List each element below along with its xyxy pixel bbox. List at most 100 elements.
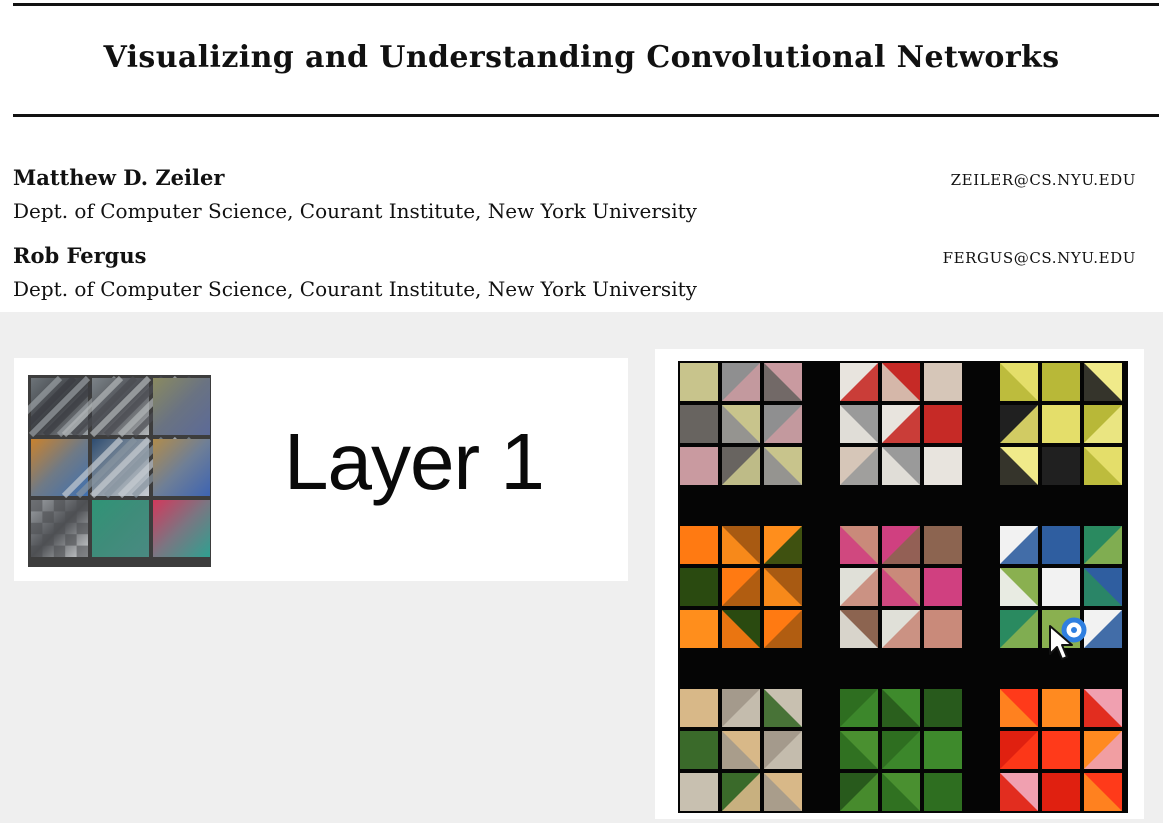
- patch-group-red-white-edges: [840, 363, 962, 485]
- image-patch: [1000, 447, 1038, 485]
- image-patch: [1084, 363, 1122, 401]
- image-patch: [680, 568, 718, 606]
- author-affiliation: Dept. of Computer Science, Courant Insti…: [13, 199, 697, 223]
- author-name: Rob Fergus: [13, 243, 147, 268]
- image-patch: [680, 526, 718, 564]
- image-patch: [1000, 568, 1038, 606]
- image-patch: [840, 526, 878, 564]
- image-patch: [722, 447, 760, 485]
- image-patch: [1000, 731, 1038, 769]
- image-patch: [1084, 773, 1122, 811]
- image-patch: [680, 447, 718, 485]
- image-patch: [722, 405, 760, 443]
- image-patch: [1000, 526, 1038, 564]
- image-patch: [1084, 405, 1122, 443]
- author-email[interactable]: ZEILER@CS.NYU.EDU: [951, 171, 1136, 189]
- image-patch: [840, 689, 878, 727]
- image-patch: [840, 363, 878, 401]
- image-patch: [1084, 731, 1122, 769]
- image-patch: [882, 610, 920, 648]
- image-patch: [722, 773, 760, 811]
- image-patch: [1000, 405, 1038, 443]
- patch-group-pink-brown-diagonals: [840, 526, 962, 648]
- image-patch: [722, 526, 760, 564]
- patch-group-yellow-green-edges: [1000, 363, 1122, 485]
- image-patch: [840, 773, 878, 811]
- layer1-filters-panel: Layer 1: [14, 358, 628, 581]
- image-patch: [764, 610, 802, 648]
- image-patch: [722, 568, 760, 606]
- image-patch: [764, 731, 802, 769]
- patch-group-beige-checker: [680, 689, 802, 811]
- image-patch: [764, 689, 802, 727]
- image-patch: [840, 405, 878, 443]
- image-patch: [924, 568, 962, 606]
- image-patch: [882, 773, 920, 811]
- image-patch: [1042, 568, 1080, 606]
- image-patch: [1000, 610, 1038, 648]
- image-patch: [722, 731, 760, 769]
- image-patch: [924, 363, 962, 401]
- image-patch: [722, 689, 760, 727]
- image-patch: [1084, 526, 1122, 564]
- author-affiliation: Dept. of Computer Science, Courant Insti…: [13, 277, 697, 301]
- image-patch: [680, 773, 718, 811]
- layer-label: Layer 1: [284, 417, 545, 506]
- title-bottom-rule: [13, 114, 1159, 117]
- image-patch: [840, 610, 878, 648]
- image-patch: [882, 447, 920, 485]
- image-patch: [1084, 447, 1122, 485]
- image-patch: [1000, 773, 1038, 811]
- patch-group-red-orange-pink: [1000, 689, 1122, 811]
- layer1-filter-grid: [28, 375, 211, 567]
- author-name: Matthew D. Zeiler: [13, 165, 225, 190]
- image-patch: [1084, 689, 1122, 727]
- patch-group-green-texture: [840, 689, 962, 811]
- image-patch: [924, 773, 962, 811]
- image-patch: [764, 773, 802, 811]
- filter-tile-pink-teal-gradient: [153, 500, 210, 557]
- image-patch: [680, 731, 718, 769]
- image-patch: [764, 363, 802, 401]
- filter-tile-checker-grey: [31, 500, 88, 557]
- image-patch: [764, 568, 802, 606]
- image-patch: [680, 610, 718, 648]
- image-patch: [882, 526, 920, 564]
- image-patch: [722, 363, 760, 401]
- image-patch: [1042, 526, 1080, 564]
- filter-tile-teal-green: [92, 500, 149, 557]
- image-patch: [1042, 363, 1080, 401]
- image-patch: [924, 405, 962, 443]
- author-email[interactable]: FERGUS@CS.NYU.EDU: [943, 249, 1136, 267]
- image-patch: [840, 447, 878, 485]
- top-rule: [13, 3, 1159, 6]
- image-patch: [882, 689, 920, 727]
- image-patch: [1084, 610, 1122, 648]
- image-patch: [722, 610, 760, 648]
- image-patch: [1042, 405, 1080, 443]
- image-patch: [1084, 568, 1122, 606]
- image-patch: [840, 731, 878, 769]
- filter-tile-olive-blue-gradient: [153, 378, 210, 435]
- image-patch: [924, 731, 962, 769]
- image-patch: [764, 405, 802, 443]
- layer1-image-patches-panel: [655, 349, 1144, 819]
- image-patch: [924, 610, 962, 648]
- image-patch-grid: [678, 361, 1128, 813]
- image-patch: [764, 447, 802, 485]
- image-patch: [1042, 731, 1080, 769]
- image-patch: [924, 526, 962, 564]
- image-patch: [1042, 447, 1080, 485]
- image-patch: [680, 405, 718, 443]
- paper-title: Visualizing and Understanding Convolutio…: [103, 40, 1060, 75]
- image-patch: [680, 363, 718, 401]
- image-patch: [680, 689, 718, 727]
- image-patch: [1042, 689, 1080, 727]
- image-patch: [764, 526, 802, 564]
- paper-header: Visualizing and Understanding Convolutio…: [0, 0, 1163, 312]
- image-patch: [1042, 773, 1080, 811]
- filter-tile-orange-blue-gradient: [31, 439, 88, 496]
- image-patch: [882, 363, 920, 401]
- image-patch: [1000, 363, 1038, 401]
- filter-tile-tan-blue-gradient: [153, 439, 210, 496]
